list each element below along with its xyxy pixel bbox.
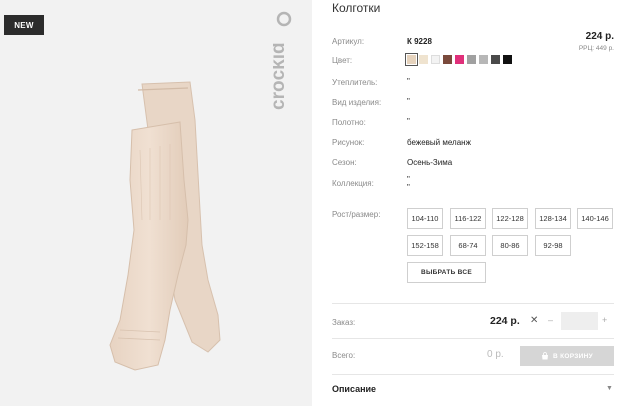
color-swatches [405,53,512,66]
divider [332,338,614,339]
product-title: Колготки [332,1,381,15]
recommended-retail-price: РРЦ: 449 р. [578,45,614,52]
color-swatch[interactable] [467,55,476,64]
size-label: Рост/размер: [332,210,381,219]
brand-logo: crockid [273,11,292,110]
insulation-label: Утеплитель: [332,78,378,87]
article-label: Артикул: [332,37,365,46]
description-toggle[interactable]: Описание [332,384,376,394]
select-all-sizes-button[interactable]: ВЫБРАТЬ ВСЕ [407,262,486,283]
tights-image [109,81,221,371]
quantity-increase-button[interactable]: + [602,315,607,325]
collection-label: Коллекция: [332,179,374,188]
bag-icon [542,352,549,360]
fabric-value: " [407,117,410,126]
product-type-value: " [407,97,410,106]
add-to-cart-button[interactable]: В КОРЗИНУ [520,346,614,366]
color-swatch[interactable] [491,55,500,64]
color-swatch[interactable] [443,55,452,64]
color-label: Цвет: [332,56,353,65]
divider [332,303,614,304]
size-option-button[interactable]: 122-128 [492,208,528,229]
total-label: Всего: [332,351,356,360]
size-option-button[interactable]: 152-158 [407,235,443,256]
collection-value: " " [407,175,410,192]
product-page: NEW crockid Колготки 224 р. РРЦ: 449 р. … [0,0,640,406]
season-value: Осень-Зима [407,158,453,167]
size-option-button[interactable]: 80-86 [492,235,528,256]
brand-logo-text: crockid [273,42,289,110]
quantity-decrease-button[interactable]: – [548,315,553,325]
product-price: 224 р. [585,31,614,42]
size-option-button[interactable]: 116-122 [450,208,486,229]
order-price: 224 р. [490,315,520,327]
color-swatch[interactable] [405,53,418,66]
chevron-down-icon[interactable]: ▼ [606,385,613,392]
size-option-button[interactable]: 128-134 [535,208,571,229]
order-label: Заказ: [332,318,356,327]
product-type-label: Вид изделия: [332,98,382,107]
color-swatch[interactable] [431,55,440,64]
product-image-panel: NEW crockid [0,0,312,406]
color-swatch[interactable] [455,55,464,64]
article-value: К 9228 [407,37,432,46]
color-swatch[interactable] [479,55,488,64]
size-option-button[interactable]: 104-110 [407,208,443,229]
size-option-button[interactable]: 68-74 [450,235,486,256]
new-badge: NEW [4,15,44,35]
divider [332,374,614,375]
total-price: 0 р. [487,349,504,360]
insulation-value: " [407,77,410,86]
size-option-button[interactable]: 92-98 [535,235,571,256]
quantity-input[interactable] [561,312,598,330]
remove-icon[interactable]: ✕ [530,315,538,326]
color-swatch[interactable] [419,55,428,64]
add-to-cart-label: В КОРЗИНУ [553,352,593,360]
color-swatch[interactable] [503,55,512,64]
fabric-label: Полотно: [332,118,366,127]
size-option-button[interactable]: 140-146 [577,208,613,229]
pattern-value: бежевый меланж [407,138,471,147]
pattern-label: Рисунок: [332,138,365,147]
season-label: Сезон: [332,158,357,167]
